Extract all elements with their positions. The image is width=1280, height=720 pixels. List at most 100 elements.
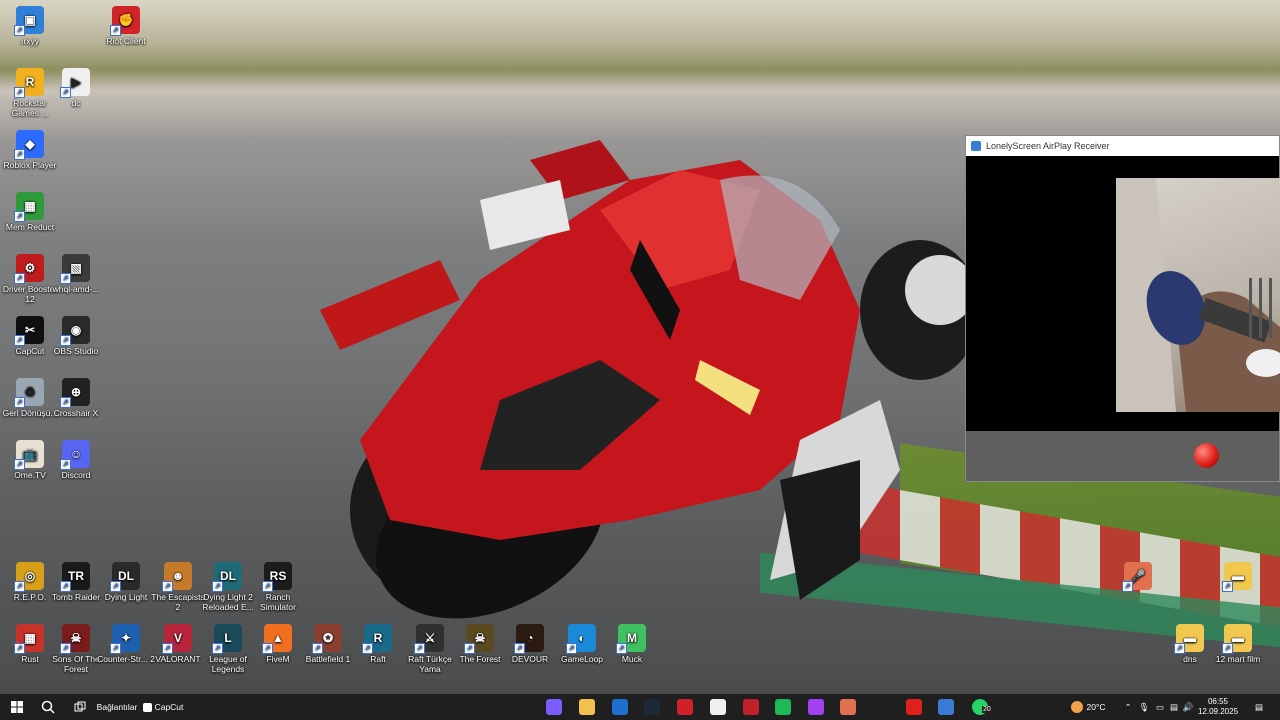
desktop-icon[interactable]: ◉ ↗ OBS Studio [46, 316, 106, 356]
desktop-icon[interactable]: R ↗ Raft [348, 624, 408, 664]
outlook-icon[interactable] [612, 699, 628, 715]
desktop-icon[interactable]: ◆ ↗ Roblox Player [0, 130, 60, 170]
desktop-icon[interactable]: ⊕ ↗ Crosshair X [46, 378, 106, 418]
app-icon: DL ↗ [212, 562, 242, 592]
xbox-icon[interactable] [873, 699, 889, 715]
app-icon: ✪ ↗ [312, 624, 342, 654]
desktop-icon[interactable]: DL ↗ Dying Light [96, 562, 156, 602]
volume-icon: 🔊 [1182, 701, 1194, 712]
shortcut-arrow-icon: ↗ [14, 335, 25, 346]
shortcut-arrow-icon: ↗ [14, 149, 25, 160]
app-glyph: ✂ [24, 323, 36, 337]
shortcut-arrow-icon: ↗ [60, 643, 71, 654]
shortcut-arrow-icon: ↗ [162, 581, 173, 592]
mic-app-icon[interactable] [840, 699, 856, 715]
steam-icon[interactable] [644, 699, 660, 715]
shortcut-arrow-icon: ↗ [14, 643, 25, 654]
airplay-receiver-window[interactable]: LonelyScreen AirPlay Receiver [965, 135, 1280, 482]
window-titlebar[interactable]: LonelyScreen AirPlay Receiver [966, 136, 1279, 156]
desktop-icon[interactable]: ▬ ↗ [1208, 562, 1268, 592]
app-icon: ✦ ↗ [110, 624, 140, 654]
file-explorer-icon[interactable] [579, 699, 595, 715]
airplay-app-icon[interactable] [938, 699, 954, 715]
desktop-icon[interactable]: ▶ ↗ dc [46, 68, 106, 108]
task-view-button[interactable] [70, 694, 90, 720]
task-view-icon [74, 701, 86, 712]
app-icon: ⚔ ↗ [414, 624, 444, 654]
tray-mic[interactable]: 🎙 [1138, 694, 1150, 720]
app-glyph: ◆ [25, 137, 35, 151]
messenger-icon[interactable] [808, 699, 824, 715]
desktop-icon[interactable]: ☺ ↗ Discord [46, 440, 106, 480]
app-glyph: V [173, 631, 182, 645]
tray-display[interactable]: ▭ [1154, 694, 1166, 720]
shortcut-arrow-icon: ↗ [14, 273, 25, 284]
shortcut-arrow-icon: ↗ [60, 335, 71, 346]
youtube-icon[interactable] [906, 699, 922, 715]
app-glyph: ⊕ [70, 385, 82, 399]
app-icon: ▦ ↗ [14, 624, 44, 654]
capcut-icon[interactable] [710, 699, 726, 715]
app-glyph: ✦ [120, 631, 132, 645]
app-glyph: DL [220, 569, 236, 583]
tray-expand-button[interactable]: ⌃ [1122, 694, 1134, 720]
app-icon: R ↗ [14, 68, 44, 98]
app-glyph: ▶ [71, 75, 81, 89]
spotify-icon[interactable] [775, 699, 791, 715]
app-glyph: TR [68, 569, 84, 583]
desktop-icon[interactable]: 🎤 ↗ [1108, 562, 1168, 592]
shortcut-arrow-icon: ↗ [14, 87, 25, 98]
shortcut-arrow-icon: ↗ [60, 397, 71, 408]
app-icon: ◎ ↗ [14, 562, 44, 592]
desktop-icon[interactable]: RS ↗ Ranch Simulator [248, 562, 308, 612]
clock[interactable]: 06:55 12.09.2025 [1198, 694, 1238, 720]
riot-icon[interactable] [743, 699, 759, 715]
desktop-icon-label: whql-amd-... [52, 284, 100, 294]
app-glyph: ◉ [70, 323, 82, 337]
app-icon: DL ↗ [110, 562, 140, 592]
app-icon: RS ↗ [262, 562, 292, 592]
search-button[interactable] [38, 694, 58, 720]
app-glyph: ▧ [70, 261, 82, 275]
desktop-icon[interactable]: ▦ ↗ Mem Reduct [0, 192, 60, 232]
copilot-icon[interactable] [546, 699, 562, 715]
windows-icon [11, 701, 23, 713]
desktop-icon[interactable]: ◔ ↗ DEVOUR [500, 624, 560, 664]
window-title: LonelyScreen AirPlay Receiver [986, 141, 1110, 151]
shortcut-arrow-icon: ↗ [262, 643, 273, 654]
desktop-icon-label: Raft [370, 654, 386, 664]
desktop-icon[interactable]: ✊ ↗ Riot Client [96, 6, 156, 46]
shortcut-arrow-icon: ↗ [110, 581, 121, 592]
shortcut-arrow-icon: ↗ [1222, 643, 1233, 654]
opera-icon[interactable] [677, 699, 693, 715]
app-icon: ◔ ↗ [514, 624, 544, 654]
whatsapp-icon[interactable]: 20 [972, 699, 992, 715]
desktop-icon[interactable]: ▬ ↗ 12 mart film [1208, 624, 1268, 664]
shortcut-arrow-icon: ↗ [1174, 643, 1185, 654]
desktop-icon[interactable]: ✦ ↗ Counter-Str... 2 [96, 624, 156, 664]
shortcut-arrow-icon: ↗ [110, 643, 121, 654]
app-glyph: 📺 [22, 447, 38, 461]
desktop-icon-label: ırxyy [21, 36, 39, 46]
app-icon: TR ↗ [60, 562, 90, 592]
app-icon: ▧ ↗ [60, 254, 90, 284]
desktop-icon[interactable]: M ↗ Muck [602, 624, 662, 664]
app-glyph: DL [118, 569, 134, 583]
desktop-icon[interactable]: ▧ ↗ whql-amd-... [46, 254, 106, 294]
desktop-icon-label: Crosshair X [53, 408, 99, 418]
tray-network[interactable]: ▤ [1168, 694, 1180, 720]
shortcut-arrow-icon: ↗ [14, 581, 25, 592]
weather-widget[interactable]: 20°C [1066, 694, 1110, 720]
start-button[interactable] [6, 694, 28, 720]
notification-button[interactable]: ▤ [1250, 694, 1268, 720]
desktop-icon-label: OBS Studio [53, 346, 99, 356]
app-icon: 📺 ↗ [14, 440, 44, 470]
app-glyph: ▲ [272, 631, 284, 645]
taskbar-active-app[interactable]: CapCut [140, 694, 186, 720]
shortcut-arrow-icon: ↗ [464, 643, 475, 654]
record-button[interactable] [1194, 443, 1219, 468]
tray-volume[interactable]: 🔊 [1182, 694, 1194, 720]
links-toolbar[interactable]: Bağlantılar [96, 694, 138, 720]
desktop-icon[interactable]: ▣ ↗ ırxyy [0, 6, 60, 46]
shortcut-arrow-icon: ↗ [362, 643, 373, 654]
